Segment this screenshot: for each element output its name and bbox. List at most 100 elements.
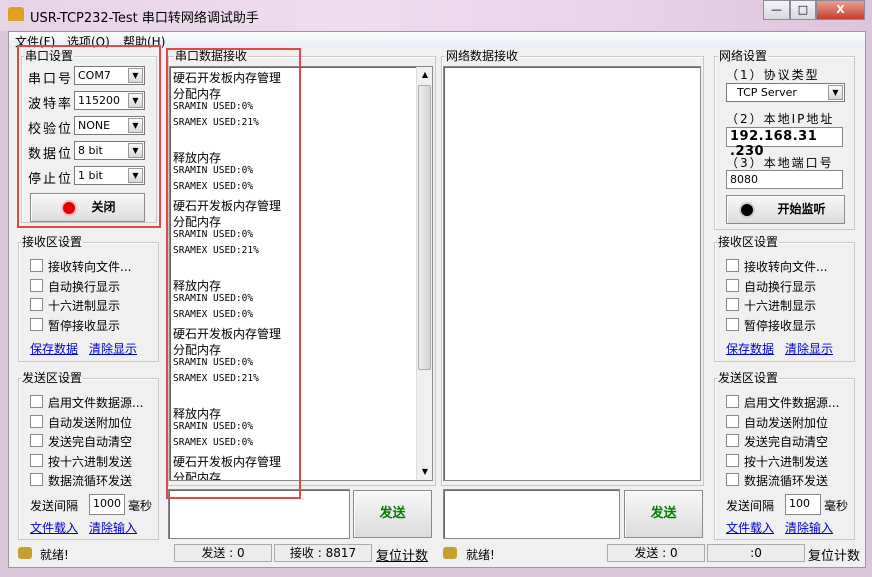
right_send-interval-label: 发送间隔 xyxy=(726,499,775,513)
chevron-down-icon: ▼ xyxy=(128,168,143,183)
serial-2-select[interactable]: NONE ▼ xyxy=(74,116,145,135)
left_recv-link2[interactable]: 清除显示 xyxy=(89,340,137,357)
status-light-icon xyxy=(741,204,753,216)
protocol-label: （1）协议类型 xyxy=(726,68,820,82)
start-listen-label: 开始监听 xyxy=(777,202,826,216)
left_send-interval-unit: 毫秒 xyxy=(128,499,153,513)
protocol-select[interactable]: TCP Server ▼ xyxy=(726,83,845,102)
serial-0-select[interactable]: COM7 ▼ xyxy=(74,66,145,85)
right_send-link2[interactable]: 清除输入 xyxy=(785,519,833,536)
net-send-button[interactable]: 发送 xyxy=(624,490,703,538)
right_send-interval-unit: 毫秒 xyxy=(824,499,849,513)
right_recv-option-3: 暂停接收显示 xyxy=(744,318,817,333)
right_send-option-4: 数据流循环发送 xyxy=(744,474,829,488)
serial-send-button[interactable]: 发送 xyxy=(353,490,432,538)
left_send-interval-input[interactable]: 1000 xyxy=(89,494,125,515)
close-button[interactable]: X xyxy=(816,0,865,20)
chevron-down-icon: ▼ xyxy=(128,143,143,158)
right_send-title: 发送区设置 xyxy=(717,371,780,385)
left_send-interval-label: 发送间隔 xyxy=(30,499,79,513)
scroll-down-icon[interactable]: ▼ xyxy=(418,464,432,480)
status-ready-left: 就绪! xyxy=(40,548,69,562)
right_recv-checkbox-3[interactable] xyxy=(726,317,739,331)
serial-4-select[interactable]: 1 bit ▼ xyxy=(74,166,145,185)
left_recv-checkbox-0[interactable] xyxy=(30,259,43,272)
chevron-down-icon: ▼ xyxy=(128,68,143,83)
serial-3-label: 数据位 xyxy=(28,147,74,162)
right_send-option-0: 启用文件数据源... xyxy=(744,396,840,410)
left_send-option-2: 发送完自动清空 xyxy=(48,435,133,449)
right_send-interval-input[interactable]: 100 xyxy=(785,494,821,515)
left_recv-option-2: 十六进制显示 xyxy=(48,299,121,313)
minimize-button[interactable]: — xyxy=(763,0,790,20)
left_send-link2[interactable]: 清除输入 xyxy=(89,519,137,536)
left_recv-option-3: 暂停接收显示 xyxy=(48,318,121,333)
right_recv-checkbox-2[interactable] xyxy=(726,298,739,311)
left_send-option-3: 按十六进制发送 xyxy=(48,454,133,469)
window-title: USR-TCP232-Test 串口转网络调试助手 xyxy=(30,11,259,26)
right_send-checkbox-2[interactable] xyxy=(726,434,739,447)
left_send-link1[interactable]: 文件载入 xyxy=(30,519,78,536)
app-icon xyxy=(8,7,24,21)
right_send-link1[interactable]: 文件载入 xyxy=(726,519,774,536)
select-value: 115200 xyxy=(78,94,120,107)
port-input[interactable]: 8080 xyxy=(726,170,843,189)
select-value: COM7 xyxy=(78,69,111,82)
net-send-input[interactable] xyxy=(443,489,620,539)
port-label: （3）本地端口号 xyxy=(726,156,834,170)
right_send-checkbox-0[interactable] xyxy=(726,395,739,408)
left_send-option-4: 数据流循环发送 xyxy=(48,474,133,488)
left_send-checkbox-2[interactable] xyxy=(30,434,43,447)
left_recv-link1[interactable]: 保存数据 xyxy=(30,340,78,357)
serial-3-select[interactable]: 8 bit ▼ xyxy=(74,141,145,160)
chevron-down-icon: ▼ xyxy=(828,85,843,100)
right_send-option-1: 自动发送附加位 xyxy=(744,415,829,430)
serial-4-label: 停止位 xyxy=(28,172,74,187)
left_recv-checkbox-3[interactable] xyxy=(30,317,43,331)
left_send-checkbox-3[interactable] xyxy=(30,453,43,467)
ip-input[interactable]: 192.168.31 .230 xyxy=(726,127,843,159)
serial-1-label: 波特率 xyxy=(28,97,74,112)
right_recv-checkbox-1[interactable] xyxy=(726,278,739,292)
reset-count-left[interactable]: 复位计数 xyxy=(376,545,428,564)
right_send-checkbox-1[interactable] xyxy=(726,414,739,428)
start-listen-button[interactable]: 开始监听 xyxy=(726,195,845,224)
net-settings-title: 网络设置 xyxy=(718,49,769,63)
left_recv-title: 接收区设置 xyxy=(21,235,84,249)
recv-count-left: 接收 : 8817 xyxy=(274,544,372,562)
chevron-down-icon: ▼ xyxy=(128,93,143,108)
ready-icon xyxy=(443,547,457,559)
highlight-box xyxy=(166,48,301,499)
left_send-checkbox-1[interactable] xyxy=(30,414,43,428)
right_send-checkbox-4[interactable] xyxy=(726,473,739,486)
left_send-option-1: 自动发送附加位 xyxy=(48,415,133,430)
sent-count-left: 发送 : 0 xyxy=(174,544,272,562)
serial-receive-scrollbar[interactable]: ▲ ▼ xyxy=(416,67,432,480)
chevron-down-icon: ▼ xyxy=(128,118,143,133)
scroll-thumb[interactable] xyxy=(418,85,431,370)
right_send-option-2: 发送完自动清空 xyxy=(744,435,829,449)
left_send-checkbox-4[interactable] xyxy=(30,473,43,486)
right_send-option-3: 按十六进制发送 xyxy=(744,454,829,469)
select-value: 8 bit xyxy=(78,144,103,157)
right_recv-link1[interactable]: 保存数据 xyxy=(726,340,774,357)
left_recv-option-1: 自动换行显示 xyxy=(48,279,121,294)
maximize-button[interactable]: □ xyxy=(790,0,816,20)
right_recv-option-0: 接收转向文件... xyxy=(744,260,828,274)
right_recv-option-1: 自动换行显示 xyxy=(744,279,817,294)
ready-icon xyxy=(18,547,32,559)
left_send-checkbox-0[interactable] xyxy=(30,395,43,408)
reset-count-right[interactable]: 复位计数 xyxy=(808,545,860,564)
right_recv-title: 接收区设置 xyxy=(717,235,780,249)
right_recv-checkbox-0[interactable] xyxy=(726,259,739,272)
right_recv-link2[interactable]: 清除显示 xyxy=(785,340,833,357)
right_recv-option-2: 十六进制显示 xyxy=(744,299,817,313)
serial-1-select[interactable]: 115200 ▼ xyxy=(74,91,145,110)
net-receive-textarea[interactable] xyxy=(443,66,701,481)
right_send-checkbox-3[interactable] xyxy=(726,453,739,467)
left_recv-checkbox-2[interactable] xyxy=(30,298,43,311)
serial-2-label: 校验位 xyxy=(28,122,74,137)
status-ready-right: 就绪! xyxy=(466,548,495,562)
left_recv-checkbox-1[interactable] xyxy=(30,278,43,292)
scroll-up-icon[interactable]: ▲ xyxy=(418,67,432,83)
